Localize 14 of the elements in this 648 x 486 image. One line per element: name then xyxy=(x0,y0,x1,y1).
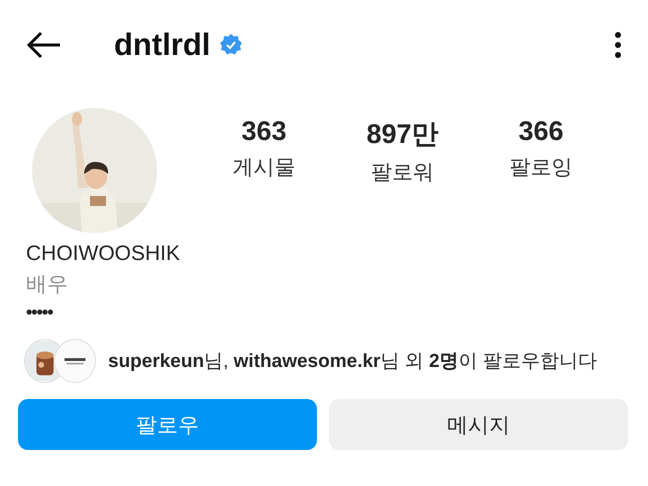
username: dntlrdl xyxy=(114,27,210,63)
more-options-icon[interactable] xyxy=(614,31,622,59)
stat-count[interactable]: 366 xyxy=(518,116,564,146)
stat-count[interactable]: 363 xyxy=(241,116,287,146)
message-button[interactable]: 메시지 xyxy=(329,399,628,450)
profile-category: 배우 xyxy=(26,272,68,298)
stat-label[interactable]: 게시물 xyxy=(232,152,296,180)
stat-count[interactable]: 897만 xyxy=(366,116,439,152)
profile-name: CHOIWOOSHIK xyxy=(26,241,180,267)
bio-text: ••••• xyxy=(26,301,53,323)
stat-label[interactable]: 팔로워 xyxy=(370,158,434,186)
back-arrow-icon[interactable] xyxy=(26,31,62,59)
stat-label[interactable]: 팔로잉 xyxy=(509,152,572,180)
followed-by-text[interactable]: superkeun님, withawesome.kr님 외 2명이 팔로우합니다 xyxy=(108,348,597,374)
